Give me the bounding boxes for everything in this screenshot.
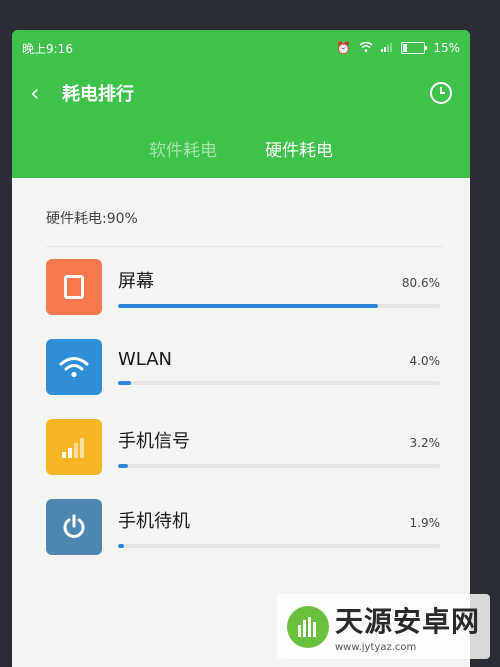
title-bar: ‹ 耗电排行 bbox=[30, 78, 452, 108]
android-logo-icon bbox=[286, 605, 329, 648]
power-icon bbox=[46, 499, 102, 555]
hardware-total-summary: 硬件耗电:90% bbox=[46, 211, 138, 227]
item-percent: 3.2% bbox=[409, 435, 441, 450]
usage-bar-track bbox=[118, 303, 440, 308]
list-item-wlan[interactable]: WLAN 4.0% bbox=[46, 327, 470, 407]
status-bar: 晚上9:16 ⏰ 15% bbox=[22, 40, 460, 56]
watermark-title: 天源安卓网 bbox=[334, 605, 480, 638]
hardware-list-panel: 硬件耗电:90% 屏幕 80.6% WLAN 4.0% 手机信号 3.2% 手机… bbox=[12, 178, 470, 567]
item-percent: 80.6% bbox=[401, 275, 440, 290]
signal-status-icon bbox=[381, 41, 393, 55]
status-icons: ⏰ 15% bbox=[336, 41, 460, 55]
list-item-mobile-signal[interactable]: 手机信号 3.2% bbox=[46, 407, 470, 487]
usage-bar-fill bbox=[118, 381, 131, 385]
back-arrow-icon[interactable]: ‹ bbox=[30, 79, 58, 107]
alarm-icon: ⏰ bbox=[336, 41, 352, 55]
signal-icon bbox=[46, 419, 102, 475]
battery-percent: 15% bbox=[433, 41, 460, 55]
item-name: 手机信号 bbox=[118, 430, 190, 452]
usage-bar-track bbox=[118, 381, 440, 385]
status-time: 晚上9:16 bbox=[22, 41, 73, 56]
watermark-url: www.jytyaz.com bbox=[334, 642, 417, 653]
screen-icon bbox=[46, 259, 102, 315]
item-name: 屏幕 bbox=[118, 270, 154, 292]
tab-software-power[interactable]: 软件耗电 bbox=[149, 136, 217, 161]
page-title: 耗电排行 bbox=[62, 84, 134, 105]
phone-screen: 晚上9:16 ⏰ 15% ‹ 耗电排行 软件耗电 硬件耗电 硬件耗电:90% 屏… bbox=[12, 30, 470, 667]
item-name: 手机待机 bbox=[118, 510, 190, 532]
usage-bar-fill bbox=[118, 463, 129, 468]
wifi-status-icon bbox=[359, 41, 373, 55]
app-header: 晚上9:16 ⏰ 15% ‹ 耗电排行 软件耗电 硬件耗电 bbox=[12, 30, 470, 178]
usage-bar-track bbox=[118, 543, 440, 548]
tab-bar: 软件耗电 硬件耗电 bbox=[12, 136, 470, 161]
item-name: WLAN bbox=[118, 349, 173, 370]
usage-bar-fill bbox=[118, 543, 125, 548]
list-item-screen[interactable]: 屏幕 80.6% bbox=[46, 247, 470, 327]
item-percent: 4.0% bbox=[409, 354, 441, 368]
item-percent: 1.9% bbox=[409, 515, 441, 530]
battery-icon bbox=[401, 42, 428, 54]
history-clock-icon[interactable] bbox=[430, 82, 452, 104]
usage-bar-track bbox=[118, 463, 440, 468]
usage-bar-fill bbox=[118, 303, 378, 308]
list-item-standby[interactable]: 手机待机 1.9% bbox=[46, 487, 470, 567]
wifi-icon bbox=[46, 339, 102, 395]
site-watermark: 天源安卓网 www.jytyaz.com bbox=[276, 594, 490, 659]
tab-hardware-power[interactable]: 硬件耗电 bbox=[265, 136, 333, 161]
